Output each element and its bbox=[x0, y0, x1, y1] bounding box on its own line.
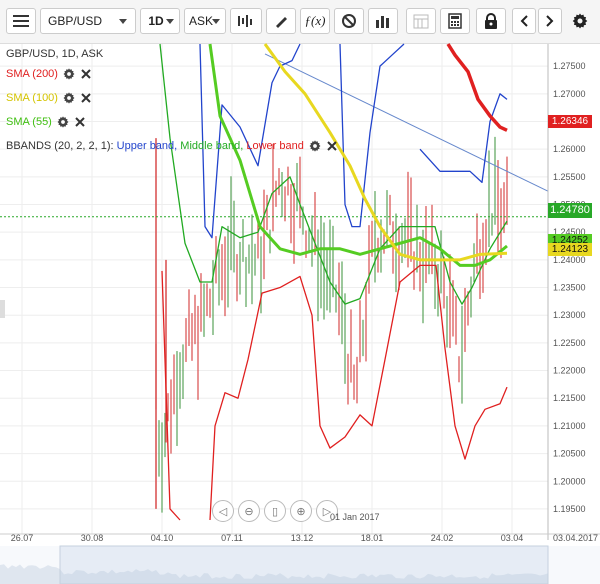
y-tick-label: 1.20000 bbox=[553, 476, 586, 486]
sma100-price-tag: 1.24123 bbox=[548, 243, 592, 256]
sma100-close-icon[interactable] bbox=[80, 92, 92, 104]
cursor-date-label: 01 Jan 2017 bbox=[330, 512, 380, 522]
y-tick-label: 1.24000 bbox=[553, 255, 586, 265]
y-tick-label: 1.20500 bbox=[553, 449, 586, 459]
y-tick-label: 1.23500 bbox=[553, 283, 586, 293]
y-tick-label: 1.22500 bbox=[553, 338, 586, 348]
sma55-close-icon[interactable] bbox=[74, 116, 86, 128]
sma200-price-tag: 1.26346 bbox=[548, 115, 592, 128]
legend-bb-upper: Upper band, bbox=[116, 140, 178, 152]
legend-bbands: BBANDS (20, 2, 2, 1): Upper band, Middle… bbox=[6, 134, 338, 158]
y-tick-label: 1.19500 bbox=[553, 504, 586, 514]
legend-sma55-label: SMA (55) bbox=[6, 116, 52, 128]
last-price-tag: 1.24780 bbox=[548, 203, 592, 218]
fit-icon[interactable]: ▯ bbox=[264, 500, 286, 522]
y-tick-label: 1.22000 bbox=[553, 366, 586, 376]
legend-sma100-label: SMA (100) bbox=[6, 92, 58, 104]
y-tick-label: 1.21500 bbox=[553, 393, 586, 403]
legend-sma200-label: SMA (200) bbox=[6, 68, 58, 80]
y-tick-label: 1.26000 bbox=[553, 144, 586, 154]
bbands-close-icon[interactable] bbox=[326, 140, 338, 152]
legend-header: GBP/USD, 1D, ASK bbox=[6, 48, 104, 60]
y-tick-label: 1.25500 bbox=[553, 172, 586, 182]
left-drag-handle[interactable] bbox=[0, 300, 5, 318]
legend-sma100: SMA (100) bbox=[6, 86, 338, 110]
legend-sma55: SMA (55) bbox=[6, 110, 338, 134]
legend: GBP/USD, 1D, ASK SMA (200) SMA (100) SMA… bbox=[6, 44, 338, 158]
zoom-out-icon[interactable]: ⊖ bbox=[238, 500, 260, 522]
legend-bbands-label: BBANDS (20, 2, 2, 1): bbox=[6, 140, 114, 152]
y-tick-label: 1.27500 bbox=[553, 61, 586, 71]
scroll-left-icon[interactable]: ◁ bbox=[212, 500, 234, 522]
overview-window[interactable] bbox=[59, 545, 549, 584]
sma200-close-icon[interactable] bbox=[80, 68, 92, 80]
zoom-in-icon[interactable]: ⊕ bbox=[290, 500, 312, 522]
legend-bb-middle: Middle band, bbox=[180, 140, 244, 152]
legend-sma200: SMA (200) bbox=[6, 62, 338, 86]
y-tick-label: 1.27000 bbox=[553, 89, 586, 99]
y-tick-label: 1.23000 bbox=[553, 310, 586, 320]
x-axis: 26.07 30.08 04.10 07.11 13.12 18.01 24.02 03.04… bbox=[0, 533, 600, 543]
sma200-settings-icon[interactable] bbox=[63, 68, 75, 80]
sma100-settings-icon[interactable] bbox=[63, 92, 75, 104]
bbands-settings-icon[interactable] bbox=[309, 140, 321, 152]
y-tick-label: 1.21000 bbox=[553, 421, 586, 431]
legend-bb-lower: Lower band bbox=[246, 140, 304, 152]
sma55-settings-icon[interactable] bbox=[57, 116, 69, 128]
chart-nav: ◁ ⊖ ▯ ⊕ ▷ bbox=[212, 500, 338, 522]
